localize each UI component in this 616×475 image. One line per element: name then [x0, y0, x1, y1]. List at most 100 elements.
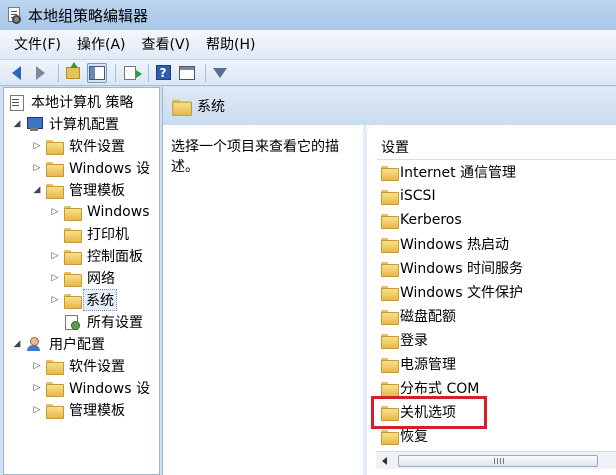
list-item-windows-file-protection[interactable]: Windows 文件保护 [381, 280, 523, 304]
folder-icon [46, 139, 64, 155]
tree-item-label: 软件设置 [69, 139, 125, 155]
folder-icon [46, 183, 64, 199]
forward-arrow-icon [35, 65, 45, 80]
tree-item-user-software-settings[interactable]: ▷ 软件设置 [32, 355, 129, 377]
tree-item-software-settings[interactable]: ▷ 软件设置 [32, 135, 129, 157]
tree-item-label: 系统 [83, 289, 117, 311]
list-item-label: 登录 [400, 333, 428, 349]
show-hide-pane-icon [89, 65, 105, 80]
toolbar-divider [148, 63, 149, 82]
help-button[interactable]: ? [153, 63, 173, 83]
list-item-label: 磁盘配额 [400, 309, 456, 325]
show-hide-tree-button[interactable] [87, 62, 107, 83]
tree-item-label: 控制面板 [87, 249, 143, 265]
list-item-label: Kerberos [400, 212, 462, 228]
user-icon [26, 337, 42, 351]
tree-item-user-config[interactable]: ◢ 用户配置 [12, 333, 109, 355]
folder-icon [64, 249, 82, 265]
collapse-triangle-icon[interactable]: ◢ [32, 185, 42, 195]
tree-item-system[interactable]: ▷ 系统 [50, 289, 117, 311]
properties-button[interactable] [177, 63, 197, 83]
title-bar: 本地组策略编辑器 [0, 0, 616, 30]
tree-item-label: Windows [87, 204, 150, 220]
expand-triangle-icon[interactable]: ▷ [50, 207, 60, 217]
list-item-label: Windows 热启动 [400, 237, 509, 253]
list-item-windows-time[interactable]: Windows 时间服务 [381, 256, 523, 280]
folder-icon [64, 227, 82, 243]
up-level-button[interactable] [63, 61, 83, 83]
tree-item-label: 网络 [87, 271, 115, 287]
tree-item-user-admin-templates[interactable]: ▷ 管理模板 [32, 399, 129, 421]
folder-icon [381, 261, 399, 277]
folder-icon [46, 381, 64, 397]
tree-item-windows-settings[interactable]: ▷ Windows 设 [32, 157, 154, 179]
folder-icon [64, 271, 82, 287]
list-item-iscsi[interactable]: iSCSI [381, 184, 436, 208]
export-list-button[interactable] [120, 63, 142, 83]
column-header-settings[interactable]: 设置 [381, 137, 409, 157]
tree-item-printers[interactable]: ▷ 打印机 [50, 223, 133, 245]
expand-triangle-icon[interactable]: ▷ [32, 383, 42, 393]
scroll-left-arrow-icon[interactable] [382, 456, 387, 465]
folder-icon [381, 165, 399, 181]
list-item-disk-quota[interactable]: 磁盘配额 [381, 304, 456, 328]
menu-file[interactable]: 文件(F) [6, 30, 69, 60]
tree-item-all-settings[interactable]: ▷ 所有设置 [50, 311, 147, 333]
list-item-power-management[interactable]: 电源管理 [381, 352, 456, 376]
collapse-triangle-icon[interactable]: ◢ [12, 119, 22, 129]
forward-button[interactable] [30, 63, 50, 83]
folder-icon [172, 98, 193, 116]
horizontal-scrollbar[interactable] [376, 451, 616, 469]
collapse-triangle-icon[interactable]: ◢ [12, 339, 22, 349]
folder-icon [381, 189, 399, 205]
folder-icon [381, 285, 399, 301]
folder-icon [64, 205, 82, 221]
description-text: 选择一个项目来查看它的描述。 [171, 139, 339, 175]
folder-icon [381, 237, 399, 253]
expand-triangle-icon[interactable]: ▷ [32, 163, 42, 173]
tree-item-windows-components[interactable]: ▷ Windows [50, 201, 154, 223]
expand-triangle-icon[interactable]: ▷ [50, 295, 60, 305]
list-item-logon[interactable]: 登录 [381, 328, 428, 352]
properties-icon [179, 65, 195, 80]
tree-item-label: 软件设置 [69, 359, 125, 375]
list-item-label: iSCSI [400, 188, 436, 204]
expand-triangle-icon[interactable]: ▷ [50, 273, 60, 283]
tree-item-user-windows-settings[interactable]: ▷ Windows 设 [32, 377, 154, 399]
tree-item-label: 打印机 [87, 227, 129, 243]
tree-item-label: 管理模板 [69, 403, 125, 419]
list-item-label: 电源管理 [400, 357, 456, 373]
folder-icon [381, 333, 399, 349]
tree-item-label: 所有设置 [87, 315, 143, 331]
shutdown-options-highlight [371, 396, 487, 429]
expand-triangle-icon[interactable]: ▷ [32, 361, 42, 371]
toolbar: ? [0, 60, 616, 86]
filter-button[interactable] [210, 63, 230, 83]
list-item-internet-comm[interactable]: Internet 通信管理 [381, 160, 516, 184]
expand-triangle-icon[interactable]: ▷ [50, 251, 60, 261]
scrollbar-thumb[interactable] [398, 455, 598, 467]
toolbar-divider [205, 63, 206, 82]
details-header: 系统 [163, 87, 616, 125]
expand-triangle-icon[interactable]: ▷ [32, 405, 42, 415]
tree-item-computer-config[interactable]: ◢ 计算机配置 [12, 113, 123, 135]
folder-icon [381, 429, 399, 445]
list-item-kerberos[interactable]: Kerberos [381, 208, 462, 232]
folder-icon [46, 359, 64, 375]
tree-item-network[interactable]: ▷ 网络 [50, 267, 119, 289]
menu-help[interactable]: 帮助(H) [198, 30, 263, 60]
back-button[interactable] [6, 63, 26, 83]
tree-item-label: Windows 设 [69, 381, 150, 397]
toolbar-divider [58, 63, 59, 82]
menu-action[interactable]: 操作(A) [69, 30, 134, 60]
tree-item-label: Windows 设 [69, 161, 150, 177]
tree-item-control-panel[interactable]: ▷ 控制面板 [50, 245, 147, 267]
tree-item-local-computer-policy[interactable]: 本地计算机 策略 [8, 91, 137, 113]
menu-view[interactable]: 查看(V) [134, 30, 199, 60]
list-item-windows-hotstart[interactable]: Windows 热启动 [381, 232, 509, 256]
console-tree[interactable]: 本地计算机 策略 ◢ 计算机配置 ▷ 软件设置 ▷ Windows 设 ◢ 管理… [3, 87, 160, 475]
tree-item-label: 本地计算机 策略 [31, 95, 134, 111]
expand-triangle-icon[interactable]: ▷ [32, 141, 42, 151]
tree-item-admin-templates[interactable]: ◢ 管理模板 [32, 179, 129, 201]
tree-item-label: 用户配置 [49, 337, 105, 353]
